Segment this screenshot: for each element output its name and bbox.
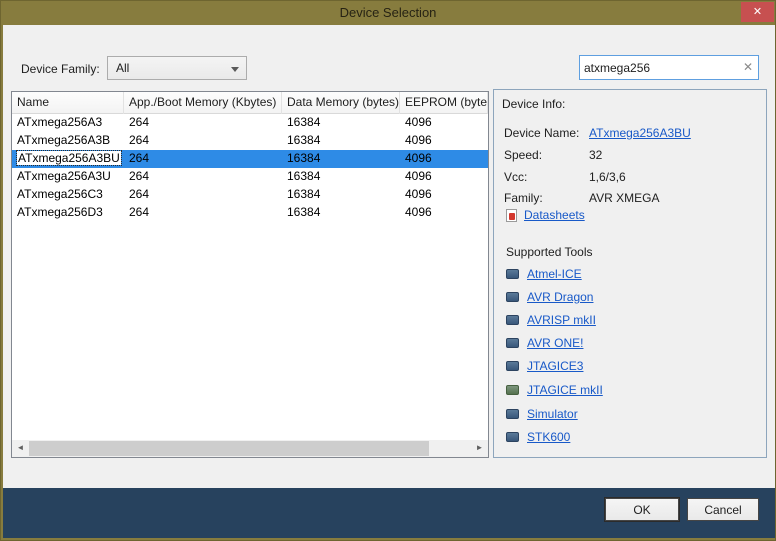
scrollbar-thumb[interactable] <box>29 441 429 456</box>
tool-link-atmel-ice[interactable]: Atmel-ICE <box>527 267 582 281</box>
tool-item: STK600 <box>506 430 570 444</box>
tool-link-jtagice3[interactable]: JTAGICE3 <box>527 359 583 373</box>
atmel-ice-icon <box>506 269 519 279</box>
datasheets-link[interactable]: Datasheets <box>524 208 585 222</box>
tool-link-avr-dragon[interactable]: AVR Dragon <box>527 290 593 304</box>
cell-appboot: 264 <box>124 132 282 150</box>
cell-eeprom: 4096 <box>400 204 488 222</box>
footer-bar: OK Cancel <box>3 488 775 538</box>
close-icon: ✕ <box>753 6 762 18</box>
table-row[interactable]: ATxmega256A3 264 16384 4096 <box>12 114 488 132</box>
vcc-label: Vcc: <box>504 170 527 184</box>
cell-datamem: 16384 <box>282 204 400 222</box>
column-header-datamem[interactable]: Data Memory (bytes) <box>282 92 400 114</box>
table-row[interactable]: ATxmega256C3 264 16384 4096 <box>12 186 488 204</box>
cell-name: ATxmega256D3 <box>12 204 124 222</box>
supported-tools-title: Supported Tools <box>506 245 593 259</box>
scroll-left-icon[interactable]: ◄ <box>12 440 29 457</box>
tool-item: JTAGICE3 <box>506 359 583 373</box>
cell-eeprom: 4096 <box>400 132 488 150</box>
cell-appboot: 264 <box>124 186 282 204</box>
clear-search-icon[interactable]: ✕ <box>743 60 753 74</box>
chevron-down-icon <box>231 67 239 72</box>
cell-appboot: 264 <box>124 168 282 186</box>
dialog-content: Device Family: All ✕ Name App./Boot Memo… <box>3 25 775 490</box>
tool-link-avrisp-mkii[interactable]: AVRISP mkII <box>527 313 596 327</box>
avr-one-icon <box>506 338 519 348</box>
cell-appboot: 264 <box>124 204 282 222</box>
tool-link-stk600[interactable]: STK600 <box>527 430 570 444</box>
cell-eeprom: 4096 <box>400 114 488 132</box>
tool-link-jtagice-mkii[interactable]: JTAGICE mkII <box>527 383 603 397</box>
jtagice-mkii-icon <box>506 385 519 395</box>
table-row[interactable]: ATxmega256A3U 264 16384 4096 <box>12 168 488 186</box>
cell-eeprom: 4096 <box>400 168 488 186</box>
device-info-panel: Device Info: Device Name: ATxmega256A3BU… <box>493 89 767 458</box>
family-label: Family: <box>504 191 543 205</box>
cell-appboot: 264 <box>124 150 282 168</box>
cell-name: ATxmega256A3BU <box>12 150 124 168</box>
close-button[interactable]: ✕ <box>741 2 774 22</box>
tool-item: AVR Dragon <box>506 290 593 304</box>
speed-value: 32 <box>589 148 602 162</box>
cell-name: ATxmega256A3U <box>12 168 124 186</box>
ok-button[interactable]: OK <box>605 498 679 521</box>
cell-appboot: 264 <box>124 114 282 132</box>
cell-datamem: 16384 <box>282 114 400 132</box>
tool-item: JTAGICE mkII <box>506 383 603 397</box>
device-family-label: Device Family: <box>21 62 100 76</box>
column-header-appboot[interactable]: App./Boot Memory (Kbytes) <box>124 92 282 114</box>
cancel-button[interactable]: Cancel <box>687 498 759 521</box>
cell-name: ATxmega256A3B <box>12 132 124 150</box>
search-box: ✕ <box>579 55 759 80</box>
selected-name-focus: ATxmega256A3BU <box>17 151 121 165</box>
cell-datamem: 16384 <box>282 132 400 150</box>
device-list: Name App./Boot Memory (Kbytes) Data Memo… <box>11 91 489 458</box>
window-title: Device Selection <box>1 5 775 20</box>
table-row[interactable]: ATxmega256D3 264 16384 4096 <box>12 204 488 222</box>
tool-link-avr-one[interactable]: AVR ONE! <box>527 336 583 350</box>
avr-dragon-icon <box>506 292 519 302</box>
jtagice3-icon <box>506 361 519 371</box>
simulator-icon <box>506 409 519 419</box>
cell-datamem: 16384 <box>282 150 400 168</box>
titlebar[interactable]: Device Selection ✕ <box>1 1 775 25</box>
device-info-title: Device Info: <box>502 97 565 111</box>
cell-name: ATxmega256A3 <box>12 114 124 132</box>
pdf-icon <box>506 209 517 222</box>
tool-item: AVRISP mkII <box>506 313 596 327</box>
cell-datamem: 16384 <box>282 168 400 186</box>
cell-eeprom: 4096 <box>400 150 488 168</box>
speed-label: Speed: <box>504 148 542 162</box>
scroll-right-icon[interactable]: ► <box>471 440 488 457</box>
table-row-selected[interactable]: ATxmega256A3BU 264 16384 4096 <box>12 150 488 168</box>
device-family-dropdown[interactable]: All <box>107 56 247 80</box>
family-value: AVR XMEGA <box>589 191 659 205</box>
cell-eeprom: 4096 <box>400 186 488 204</box>
tool-link-simulator[interactable]: Simulator <box>527 407 578 421</box>
device-family-selected-value: All <box>116 61 129 75</box>
device-name-link[interactable]: ATxmega256A3BU <box>589 126 691 140</box>
column-header-name[interactable]: Name <box>12 92 124 114</box>
datasheets-row: Datasheets <box>506 208 585 222</box>
tool-item: AVR ONE! <box>506 336 583 350</box>
horizontal-scrollbar[interactable]: ◄ ► <box>12 440 488 457</box>
device-list-header: Name App./Boot Memory (Kbytes) Data Memo… <box>12 92 488 114</box>
avrisp-mkii-icon <box>506 315 519 325</box>
tool-item: Atmel-ICE <box>506 267 582 281</box>
cell-datamem: 16384 <box>282 186 400 204</box>
column-header-eeprom[interactable]: EEPROM (bytes) <box>400 92 488 114</box>
device-selection-dialog: Device Selection ✕ Device Family: All ✕ … <box>0 0 776 541</box>
device-name-label: Device Name: <box>504 126 579 140</box>
vcc-value: 1,6/3,6 <box>589 170 626 184</box>
search-input[interactable] <box>584 58 734 77</box>
tool-item: Simulator <box>506 407 578 421</box>
table-row[interactable]: ATxmega256A3B 264 16384 4096 <box>12 132 488 150</box>
cell-name: ATxmega256C3 <box>12 186 124 204</box>
stk600-icon <box>506 432 519 442</box>
